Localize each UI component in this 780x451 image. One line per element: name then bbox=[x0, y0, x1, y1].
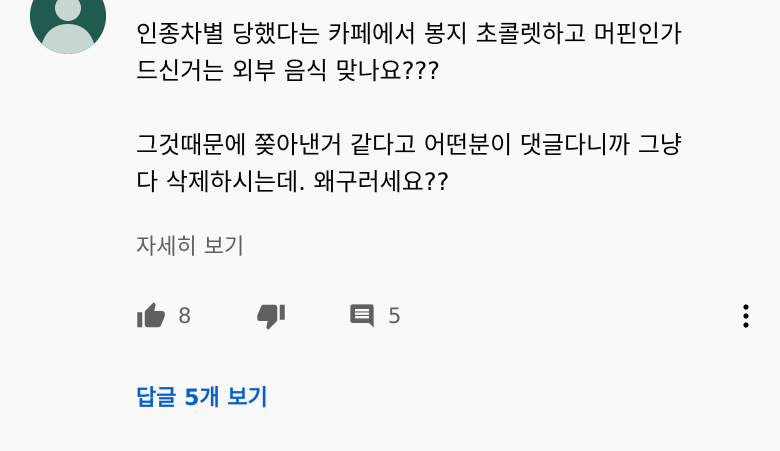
reply-button[interactable]: 5 bbox=[348, 294, 401, 338]
view-replies-link[interactable]: 답글 5개 보기 bbox=[136, 380, 268, 412]
comment-line: 인종차별 당했다는 카페에서 봉지 초콜렛하고 머핀인가 bbox=[136, 20, 682, 48]
like-button[interactable]: 8 bbox=[136, 294, 191, 338]
comment-icon bbox=[350, 304, 374, 328]
comment-action-bar: 8 5 bbox=[0, 294, 780, 338]
comment-author-meta[interactable]: ··· bbox=[136, 0, 157, 9]
comment-line: 그것때문에 쫒아낸거 같다고 어떤분이 댓글다니까 그냥 bbox=[136, 131, 682, 159]
like-count: 8 bbox=[178, 304, 192, 328]
comment-line: 다 삭제하시는데. 왜구러세요?? bbox=[136, 168, 450, 196]
user-placeholder-icon bbox=[30, 0, 106, 54]
comment-line: 드신거는 외부 음식 맞나요??? bbox=[136, 57, 440, 85]
dislike-button[interactable] bbox=[256, 294, 286, 338]
comment-text: 인종차별 당했다는 카페에서 봉지 초콜렛하고 머핀인가 드신거는 외부 음식 … bbox=[136, 16, 746, 201]
comment-thread: ··· 인종차별 당했다는 카페에서 봉지 초콜렛하고 머핀인가 드신거는 외부… bbox=[0, 0, 780, 451]
thumbs-down-icon bbox=[257, 304, 285, 330]
more-options-button[interactable] bbox=[734, 294, 758, 338]
read-more-link[interactable]: 자세히 보기 bbox=[136, 229, 244, 261]
thumbs-up-icon bbox=[137, 302, 165, 328]
reply-count: 5 bbox=[388, 304, 402, 328]
more-vert-icon bbox=[743, 304, 749, 328]
avatar[interactable] bbox=[30, 0, 106, 54]
